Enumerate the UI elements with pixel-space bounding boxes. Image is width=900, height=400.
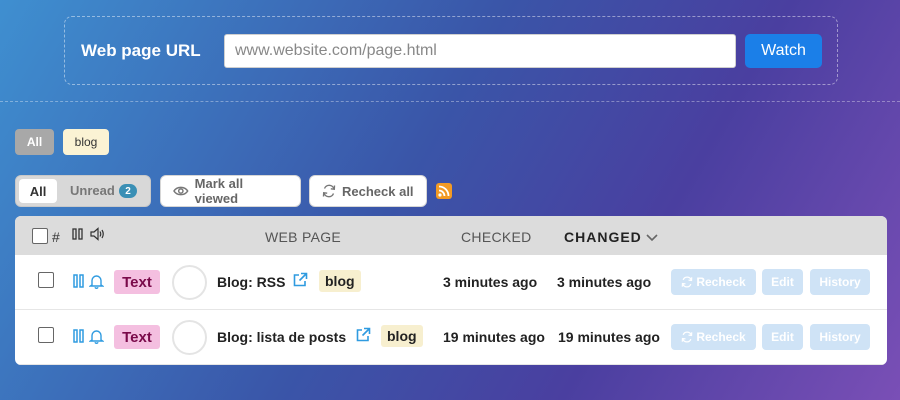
row-tag[interactable]: blog — [381, 325, 423, 347]
recheck-button[interactable]: Recheck — [671, 269, 756, 295]
tag-filter-all[interactable]: All — [15, 129, 54, 155]
row-checkbox[interactable] — [38, 272, 54, 288]
url-form: Web page URL Watch — [64, 16, 838, 85]
changed-time: 19 minutes ago — [558, 329, 660, 345]
url-input[interactable] — [224, 34, 736, 68]
refresh-icon — [681, 276, 693, 288]
rss-icon[interactable] — [436, 183, 452, 199]
pause-icon[interactable] — [73, 329, 84, 343]
type-badge: Text — [114, 270, 160, 294]
header-changed[interactable]: CHANGED — [564, 229, 642, 245]
watch-button[interactable]: Watch — [745, 34, 822, 68]
mark-all-viewed-label: Mark all viewed — [194, 176, 244, 206]
recheck-button[interactable]: Recheck — [671, 324, 756, 350]
tag-filter-blog[interactable]: blog — [63, 129, 109, 155]
history-button[interactable]: History — [810, 324, 870, 350]
bell-icon[interactable] — [89, 274, 104, 289]
recheck-all-button[interactable]: Recheck all — [309, 175, 427, 207]
mute-all-icon[interactable] — [90, 227, 105, 241]
header-web-page[interactable]: WEB PAGE — [265, 229, 341, 245]
filter-unread-button[interactable]: Unread — [70, 183, 115, 198]
row-tag[interactable]: blog — [319, 270, 361, 292]
recheck-label: Recheck — [696, 275, 746, 289]
favicon — [172, 320, 207, 355]
pause-icon[interactable] — [73, 274, 84, 288]
type-badge: Text — [114, 325, 160, 349]
table-header: # WEB PAGE CHECKED CHANGED — [15, 216, 887, 255]
bell-icon[interactable] — [89, 329, 104, 344]
mark-all-viewed-button[interactable]: Mark all viewed — [160, 175, 301, 207]
checked-time: 19 minutes ago — [443, 329, 545, 345]
recheck-all-label: Recheck all — [342, 183, 414, 199]
chevron-down-icon — [646, 234, 658, 242]
changed-time: 3 minutes ago — [557, 274, 652, 290]
table-row: Text Blog: RSS blog 3 minutes ago 3 minu… — [15, 255, 887, 310]
external-link-icon[interactable] — [292, 272, 308, 288]
recheck-label: Recheck — [696, 330, 746, 344]
external-link-icon[interactable] — [355, 327, 371, 343]
refresh-icon — [681, 331, 693, 343]
page-title-link[interactable]: Blog: RSS — [217, 274, 285, 290]
history-button[interactable]: History — [810, 269, 870, 295]
watch-table: # WEB PAGE CHECKED CHANGED Text Blog: RS — [15, 216, 887, 365]
refresh-icon — [322, 184, 336, 198]
edit-button[interactable]: Edit — [762, 269, 803, 295]
filter-all-button[interactable]: All — [19, 179, 57, 203]
divider — [0, 101, 900, 102]
eye-icon — [173, 186, 189, 196]
checked-time: 3 minutes ago — [443, 274, 538, 290]
header-checked[interactable]: CHECKED — [461, 229, 532, 245]
url-label: Web page URL — [81, 41, 201, 60]
edit-button[interactable]: Edit — [762, 324, 803, 350]
pause-all-icon[interactable] — [72, 228, 83, 240]
table-row: Text Blog: lista de posts blog 19 minute… — [15, 310, 887, 365]
view-filter: All Unread 2 — [15, 175, 151, 207]
page-title-link[interactable]: Blog: lista de posts — [217, 329, 346, 345]
row-checkbox[interactable] — [38, 327, 54, 343]
unread-count-badge: 2 — [119, 184, 137, 198]
select-all-checkbox[interactable] — [32, 228, 48, 244]
header-number: # — [52, 229, 61, 245]
favicon — [172, 265, 207, 300]
